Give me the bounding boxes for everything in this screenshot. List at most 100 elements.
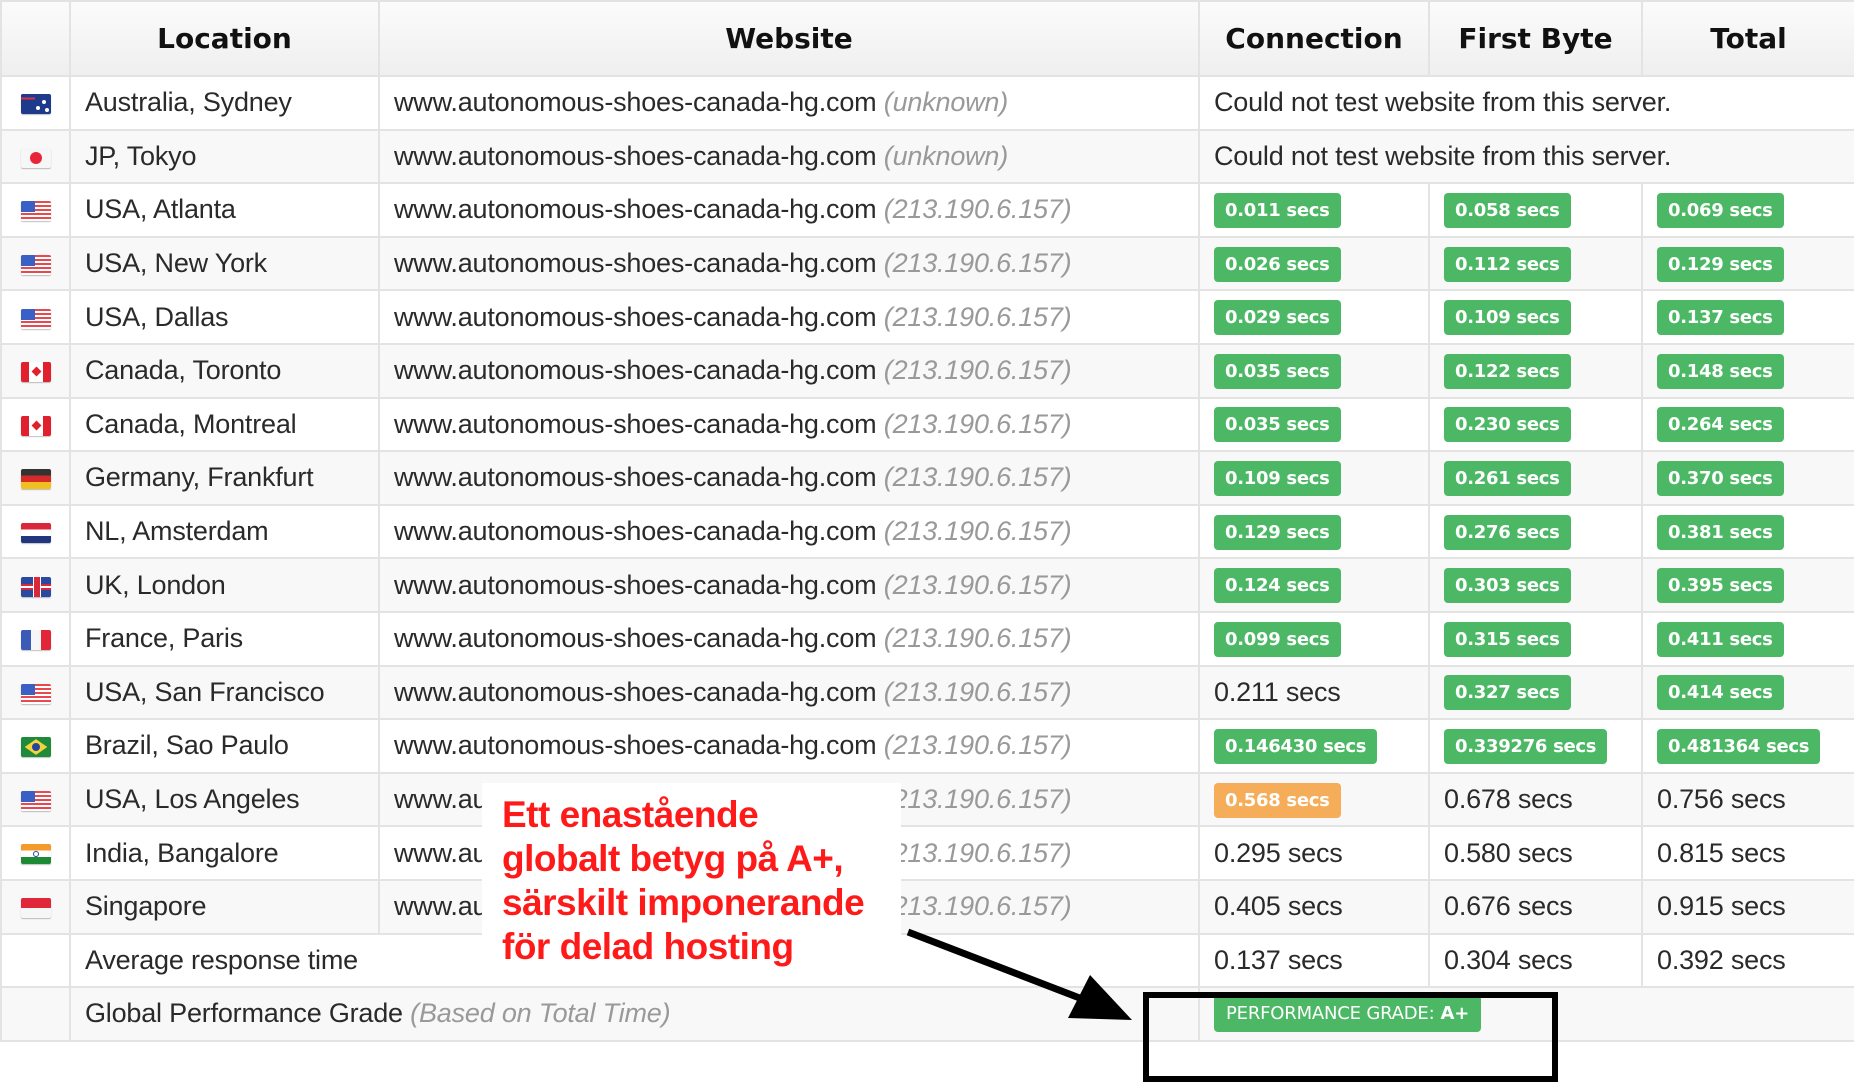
website-url[interactable]: www.autonomous-shoes-canada-hg.com xyxy=(394,141,877,171)
average-flag-cell xyxy=(0,932,71,989)
grade-note: (Based on Total Time) xyxy=(410,998,671,1029)
website-url[interactable]: www.autonomous-shoes-canada-hg.com xyxy=(394,87,877,117)
first-byte-time: 0.678 secs xyxy=(1444,784,1573,815)
location-cell: Canada, Montreal xyxy=(69,396,380,453)
connection-time-badge: 0.011 secs xyxy=(1214,192,1341,228)
website-url[interactable]: www.autonomous-shoes-canada-hg.com xyxy=(394,355,877,385)
website-cell: www.autonomous-shoes-canada-hg.com (unkn… xyxy=(378,128,1200,185)
table-row: USA, New York www.autonomous-shoes-canada… xyxy=(0,235,1854,292)
table-row: France, Paris www.autonomous-shoes-canada… xyxy=(0,610,1854,667)
total-time-badge: 0.129 secs xyxy=(1657,246,1784,282)
website-url[interactable]: www.autonomous-shoes-canada-hg.com xyxy=(394,302,877,332)
status-message: Could not test website from this server. xyxy=(1198,75,1854,131)
connection-time-cell: 0.035 secs xyxy=(1198,396,1430,453)
annotation-callout: Ett enastående globalt betyg på A+, särs… xyxy=(482,783,901,967)
total-time-cell: 0.756 secs xyxy=(1641,771,1854,828)
canada-flag-icon xyxy=(20,362,51,383)
connection-time-cell: 0.295 secs xyxy=(1198,825,1430,881)
connection-time-badge: 0.109 secs xyxy=(1214,460,1341,496)
website-url[interactable]: www.autonomous-shoes-canada-hg.com xyxy=(394,730,877,760)
usa-flag-icon xyxy=(20,201,51,222)
table-row: Germany, Frankfurt www.autonomous-shoes-c… xyxy=(0,450,1854,506)
website-ip: (213.190.6.157) xyxy=(883,784,1072,815)
table-row: USA, San Francisco www.autonomous-shoes-c… xyxy=(0,664,1854,721)
usa-flag-icon xyxy=(20,790,51,811)
total-time-cell: 0.411 secs xyxy=(1641,610,1854,667)
table-row: NL, Amsterdam www.autonomous-shoes-canada… xyxy=(0,503,1854,560)
website-url[interactable]: www.autonomous-shoes-canada-hg.com xyxy=(394,677,877,707)
website-cell: www.autonomous-shoes-canada-hg.com (213.… xyxy=(378,664,1200,721)
header-flag xyxy=(0,0,71,77)
connection-time-cell: 0.011 secs xyxy=(1198,182,1430,238)
website-url[interactable]: www.autonomous-shoes-canada-hg.com xyxy=(394,462,877,492)
first-byte-time-badge: 0.261 secs xyxy=(1444,460,1571,496)
singapore-flag-icon xyxy=(20,898,51,919)
total-time-cell: 0.395 secs xyxy=(1641,557,1854,613)
first-byte-time-cell: 0.261 secs xyxy=(1428,450,1643,506)
total-time-cell: 0.137 secs xyxy=(1641,289,1854,345)
website-ip: (213.190.6.157) xyxy=(883,623,1072,654)
website-url[interactable]: www.autonomous-shoes-canada-hg.com xyxy=(394,248,877,278)
annotation-line: för delad hosting xyxy=(502,926,794,967)
first-byte-time-badge: 0.230 secs xyxy=(1444,407,1571,443)
annotation-line: Ett enastående xyxy=(502,794,759,835)
first-byte-time-cell: 0.112 secs xyxy=(1428,235,1643,292)
website-ip: (213.190.6.157) xyxy=(883,248,1072,279)
status-message: Could not test website from this server. xyxy=(1198,128,1854,185)
header-connection[interactable]: Connection xyxy=(1198,0,1430,77)
usa-flag-icon xyxy=(20,308,51,329)
brazil-flag-icon xyxy=(20,737,51,758)
netherlands-flag-icon xyxy=(20,522,51,543)
header-location[interactable]: Location xyxy=(69,0,380,77)
connection-time-cell: 0.146430 secs xyxy=(1198,718,1430,774)
website-ip: (213.190.6.157) xyxy=(883,676,1072,707)
total-time-badge: 0.370 secs xyxy=(1657,460,1784,496)
first-byte-time-cell: 0.276 secs xyxy=(1428,503,1643,560)
website-url[interactable]: www.autonomous-shoes-canada-hg.com xyxy=(394,194,877,224)
results-table: Location Website Connection First Byte T… xyxy=(0,0,1854,1042)
total-time-badge: 0.148 secs xyxy=(1657,353,1784,389)
website-url[interactable]: www.autonomous-shoes-canada-hg.com xyxy=(394,409,877,439)
website-url[interactable]: www.autonomous-shoes-canada-hg.com xyxy=(394,516,877,546)
connection-time-badge: 0.029 secs xyxy=(1214,300,1341,336)
first-byte-time: 0.580 secs xyxy=(1444,837,1573,868)
table-row: Singaporewww.autonomous-shoes-canada-hg.… xyxy=(0,878,1854,935)
total-time-badge: 0.381 secs xyxy=(1657,514,1784,550)
japan-flag-icon xyxy=(20,147,51,168)
table-row: JP, Tokyo www.autonomous-shoes-canada-hg.… xyxy=(0,128,1854,185)
website-ip: (213.190.6.157) xyxy=(883,355,1072,386)
total-time: 0.756 secs xyxy=(1657,784,1786,815)
location-cell: USA, New York xyxy=(69,235,380,292)
header-first-byte[interactable]: First Byte xyxy=(1428,0,1643,77)
total-time-badge: 0.137 secs xyxy=(1657,300,1784,336)
first-byte-time-cell: 0.303 secs xyxy=(1428,557,1643,613)
flag-cell xyxy=(0,610,71,667)
flag-cell xyxy=(0,664,71,721)
website-cell: www.autonomous-shoes-canada-hg.com (213.… xyxy=(378,718,1200,774)
connection-time-badge: 0.035 secs xyxy=(1214,353,1341,389)
connection-time-badge: 0.026 secs xyxy=(1214,246,1341,282)
average-total: 0.392 secs xyxy=(1641,932,1854,989)
website-url[interactable]: www.autonomous-shoes-canada-hg.com xyxy=(394,570,877,600)
connection-time-cell: 0.129 secs xyxy=(1198,503,1430,560)
header-total[interactable]: Total xyxy=(1641,0,1854,77)
average-row: Average response time 0.137 secs 0.304 s… xyxy=(0,932,1854,989)
table-row: Canada, Montreal www.autonomous-shoes-can… xyxy=(0,396,1854,453)
connection-time-cell: 0.109 secs xyxy=(1198,450,1430,506)
header-website[interactable]: Website xyxy=(378,0,1200,77)
first-byte-time-badge: 0.339276 secs xyxy=(1444,728,1608,764)
flag-cell xyxy=(0,396,71,453)
first-byte-time-cell: 0.058 secs xyxy=(1428,182,1643,238)
location-cell: NL, Amsterdam xyxy=(69,503,380,560)
first-byte-time-badge: 0.122 secs xyxy=(1444,353,1571,389)
website-url[interactable]: www.autonomous-shoes-canada-hg.com xyxy=(394,623,877,653)
table-row: India, Bangalorewww.autonomous-shoes-can… xyxy=(0,825,1854,881)
first-byte-time-cell: 0.327 secs xyxy=(1428,664,1643,721)
table-header-row: Location Website Connection First Byte T… xyxy=(0,0,1854,77)
connection-time-cell: 0.568 secs xyxy=(1198,771,1430,828)
first-byte-time-cell: 0.580 secs xyxy=(1428,825,1643,881)
annotation-line: globalt betyg på A+, xyxy=(502,838,844,879)
first-byte-time-cell: 0.339276 secs xyxy=(1428,718,1643,774)
average-connection: 0.137 secs xyxy=(1198,932,1430,989)
total-time-badge: 0.411 secs xyxy=(1657,621,1784,657)
